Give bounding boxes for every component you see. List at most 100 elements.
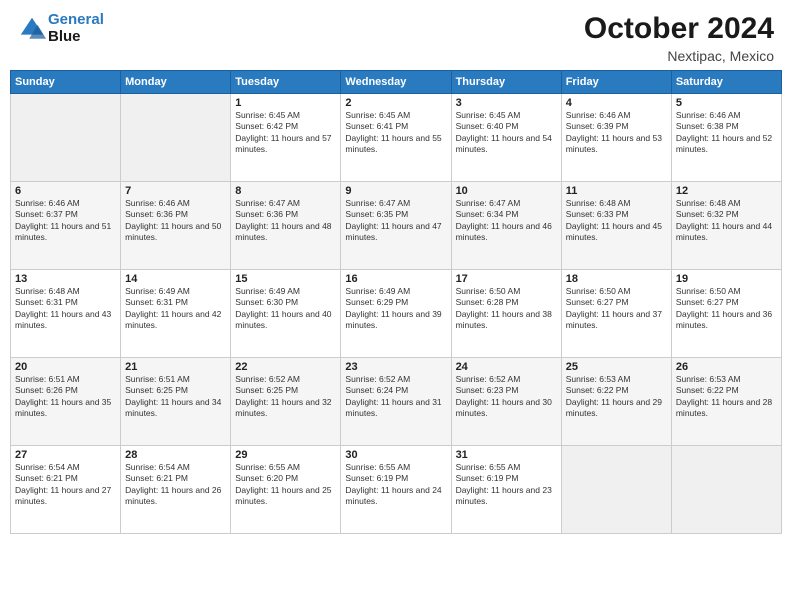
cal-cell: 8Sunrise: 6:47 AM Sunset: 6:36 PM Daylig… (231, 182, 341, 270)
day-number: 11 (566, 185, 667, 197)
day-number: 27 (15, 449, 116, 461)
cell-info: Sunrise: 6:45 AM Sunset: 6:41 PM Dayligh… (345, 110, 446, 156)
cal-cell: 24Sunrise: 6:52 AM Sunset: 6:23 PM Dayli… (451, 358, 561, 446)
cal-cell: 12Sunrise: 6:48 AM Sunset: 6:32 PM Dayli… (671, 182, 781, 270)
day-number: 22 (235, 361, 336, 373)
weekday-header-wednesday: Wednesday (341, 71, 451, 94)
week-row-1: 1Sunrise: 6:45 AM Sunset: 6:42 PM Daylig… (11, 94, 782, 182)
cell-info: Sunrise: 6:55 AM Sunset: 6:19 PM Dayligh… (345, 462, 446, 508)
cell-info: Sunrise: 6:48 AM Sunset: 6:33 PM Dayligh… (566, 198, 667, 244)
day-number: 29 (235, 449, 336, 461)
day-number: 23 (345, 361, 446, 373)
cal-cell: 13Sunrise: 6:48 AM Sunset: 6:31 PM Dayli… (11, 270, 121, 358)
day-number: 21 (125, 361, 226, 373)
cal-cell: 20Sunrise: 6:51 AM Sunset: 6:26 PM Dayli… (11, 358, 121, 446)
day-number: 13 (15, 273, 116, 285)
cal-cell: 1Sunrise: 6:45 AM Sunset: 6:42 PM Daylig… (231, 94, 341, 182)
cal-cell: 3Sunrise: 6:45 AM Sunset: 6:40 PM Daylig… (451, 94, 561, 182)
cell-info: Sunrise: 6:46 AM Sunset: 6:39 PM Dayligh… (566, 110, 667, 156)
weekday-header-thursday: Thursday (451, 71, 561, 94)
day-number: 5 (676, 97, 777, 109)
cal-cell (11, 94, 121, 182)
cell-info: Sunrise: 6:46 AM Sunset: 6:37 PM Dayligh… (15, 198, 116, 244)
cell-info: Sunrise: 6:54 AM Sunset: 6:21 PM Dayligh… (15, 462, 116, 508)
cell-info: Sunrise: 6:55 AM Sunset: 6:19 PM Dayligh… (456, 462, 557, 508)
cell-info: Sunrise: 6:50 AM Sunset: 6:27 PM Dayligh… (566, 286, 667, 332)
day-number: 25 (566, 361, 667, 373)
cell-info: Sunrise: 6:49 AM Sunset: 6:31 PM Dayligh… (125, 286, 226, 332)
day-number: 3 (456, 97, 557, 109)
cal-cell (671, 446, 781, 534)
cell-info: Sunrise: 6:52 AM Sunset: 6:24 PM Dayligh… (345, 374, 446, 420)
cell-info: Sunrise: 6:45 AM Sunset: 6:42 PM Dayligh… (235, 110, 336, 156)
day-number: 6 (15, 185, 116, 197)
week-row-2: 6Sunrise: 6:46 AM Sunset: 6:37 PM Daylig… (11, 182, 782, 270)
cell-info: Sunrise: 6:49 AM Sunset: 6:30 PM Dayligh… (235, 286, 336, 332)
day-number: 1 (235, 97, 336, 109)
calendar-body: 1Sunrise: 6:45 AM Sunset: 6:42 PM Daylig… (11, 94, 782, 534)
day-number: 17 (456, 273, 557, 285)
cal-cell (561, 446, 671, 534)
cell-info: Sunrise: 6:51 AM Sunset: 6:26 PM Dayligh… (15, 374, 116, 420)
day-number: 15 (235, 273, 336, 285)
day-number: 9 (345, 185, 446, 197)
cell-info: Sunrise: 6:47 AM Sunset: 6:36 PM Dayligh… (235, 198, 336, 244)
day-number: 7 (125, 185, 226, 197)
cal-cell: 4Sunrise: 6:46 AM Sunset: 6:39 PM Daylig… (561, 94, 671, 182)
cell-info: Sunrise: 6:48 AM Sunset: 6:31 PM Dayligh… (15, 286, 116, 332)
cell-info: Sunrise: 6:53 AM Sunset: 6:22 PM Dayligh… (676, 374, 777, 420)
cal-cell: 16Sunrise: 6:49 AM Sunset: 6:29 PM Dayli… (341, 270, 451, 358)
cal-cell: 15Sunrise: 6:49 AM Sunset: 6:30 PM Dayli… (231, 270, 341, 358)
cal-cell: 22Sunrise: 6:52 AM Sunset: 6:25 PM Dayli… (231, 358, 341, 446)
cal-cell (121, 94, 231, 182)
day-number: 26 (676, 361, 777, 373)
cell-info: Sunrise: 6:51 AM Sunset: 6:25 PM Dayligh… (125, 374, 226, 420)
day-number: 2 (345, 97, 446, 109)
cell-info: Sunrise: 6:52 AM Sunset: 6:25 PM Dayligh… (235, 374, 336, 420)
calendar-header: SundayMondayTuesdayWednesdayThursdayFrid… (11, 71, 782, 94)
cell-info: Sunrise: 6:45 AM Sunset: 6:40 PM Dayligh… (456, 110, 557, 156)
day-number: 28 (125, 449, 226, 461)
cal-cell: 31Sunrise: 6:55 AM Sunset: 6:19 PM Dayli… (451, 446, 561, 534)
logo-text: General Blue (48, 12, 104, 45)
logo-icon (18, 15, 46, 43)
cell-info: Sunrise: 6:54 AM Sunset: 6:21 PM Dayligh… (125, 462, 226, 508)
day-number: 12 (676, 185, 777, 197)
cal-cell: 30Sunrise: 6:55 AM Sunset: 6:19 PM Dayli… (341, 446, 451, 534)
cal-cell: 29Sunrise: 6:55 AM Sunset: 6:20 PM Dayli… (231, 446, 341, 534)
cal-cell: 9Sunrise: 6:47 AM Sunset: 6:35 PM Daylig… (341, 182, 451, 270)
cal-cell: 17Sunrise: 6:50 AM Sunset: 6:28 PM Dayli… (451, 270, 561, 358)
week-row-5: 27Sunrise: 6:54 AM Sunset: 6:21 PM Dayli… (11, 446, 782, 534)
cell-info: Sunrise: 6:55 AM Sunset: 6:20 PM Dayligh… (235, 462, 336, 508)
weekday-header-sunday: Sunday (11, 71, 121, 94)
cal-cell: 26Sunrise: 6:53 AM Sunset: 6:22 PM Dayli… (671, 358, 781, 446)
page: General Blue October 2024 Nextipac, Mexi… (0, 0, 792, 612)
cell-info: Sunrise: 6:48 AM Sunset: 6:32 PM Dayligh… (676, 198, 777, 244)
cell-info: Sunrise: 6:49 AM Sunset: 6:29 PM Dayligh… (345, 286, 446, 332)
logo: General Blue (18, 12, 104, 45)
cal-cell: 7Sunrise: 6:46 AM Sunset: 6:36 PM Daylig… (121, 182, 231, 270)
day-number: 18 (566, 273, 667, 285)
cal-cell: 25Sunrise: 6:53 AM Sunset: 6:22 PM Dayli… (561, 358, 671, 446)
cal-cell: 21Sunrise: 6:51 AM Sunset: 6:25 PM Dayli… (121, 358, 231, 446)
cal-cell: 27Sunrise: 6:54 AM Sunset: 6:21 PM Dayli… (11, 446, 121, 534)
weekday-header-saturday: Saturday (671, 71, 781, 94)
day-number: 30 (345, 449, 446, 461)
day-number: 4 (566, 97, 667, 109)
cell-info: Sunrise: 6:46 AM Sunset: 6:36 PM Dayligh… (125, 198, 226, 244)
cell-info: Sunrise: 6:46 AM Sunset: 6:38 PM Dayligh… (676, 110, 777, 156)
title-block: October 2024 Nextipac, Mexico (584, 12, 774, 64)
day-number: 20 (15, 361, 116, 373)
cell-info: Sunrise: 6:53 AM Sunset: 6:22 PM Dayligh… (566, 374, 667, 420)
week-row-3: 13Sunrise: 6:48 AM Sunset: 6:31 PM Dayli… (11, 270, 782, 358)
location-subtitle: Nextipac, Mexico (584, 48, 774, 64)
cal-cell: 19Sunrise: 6:50 AM Sunset: 6:27 PM Dayli… (671, 270, 781, 358)
week-row-4: 20Sunrise: 6:51 AM Sunset: 6:26 PM Dayli… (11, 358, 782, 446)
month-title: October 2024 (584, 12, 774, 46)
day-number: 10 (456, 185, 557, 197)
cell-info: Sunrise: 6:47 AM Sunset: 6:35 PM Dayligh… (345, 198, 446, 244)
cal-cell: 23Sunrise: 6:52 AM Sunset: 6:24 PM Dayli… (341, 358, 451, 446)
cal-cell: 6Sunrise: 6:46 AM Sunset: 6:37 PM Daylig… (11, 182, 121, 270)
cell-info: Sunrise: 6:52 AM Sunset: 6:23 PM Dayligh… (456, 374, 557, 420)
weekday-header-monday: Monday (121, 71, 231, 94)
